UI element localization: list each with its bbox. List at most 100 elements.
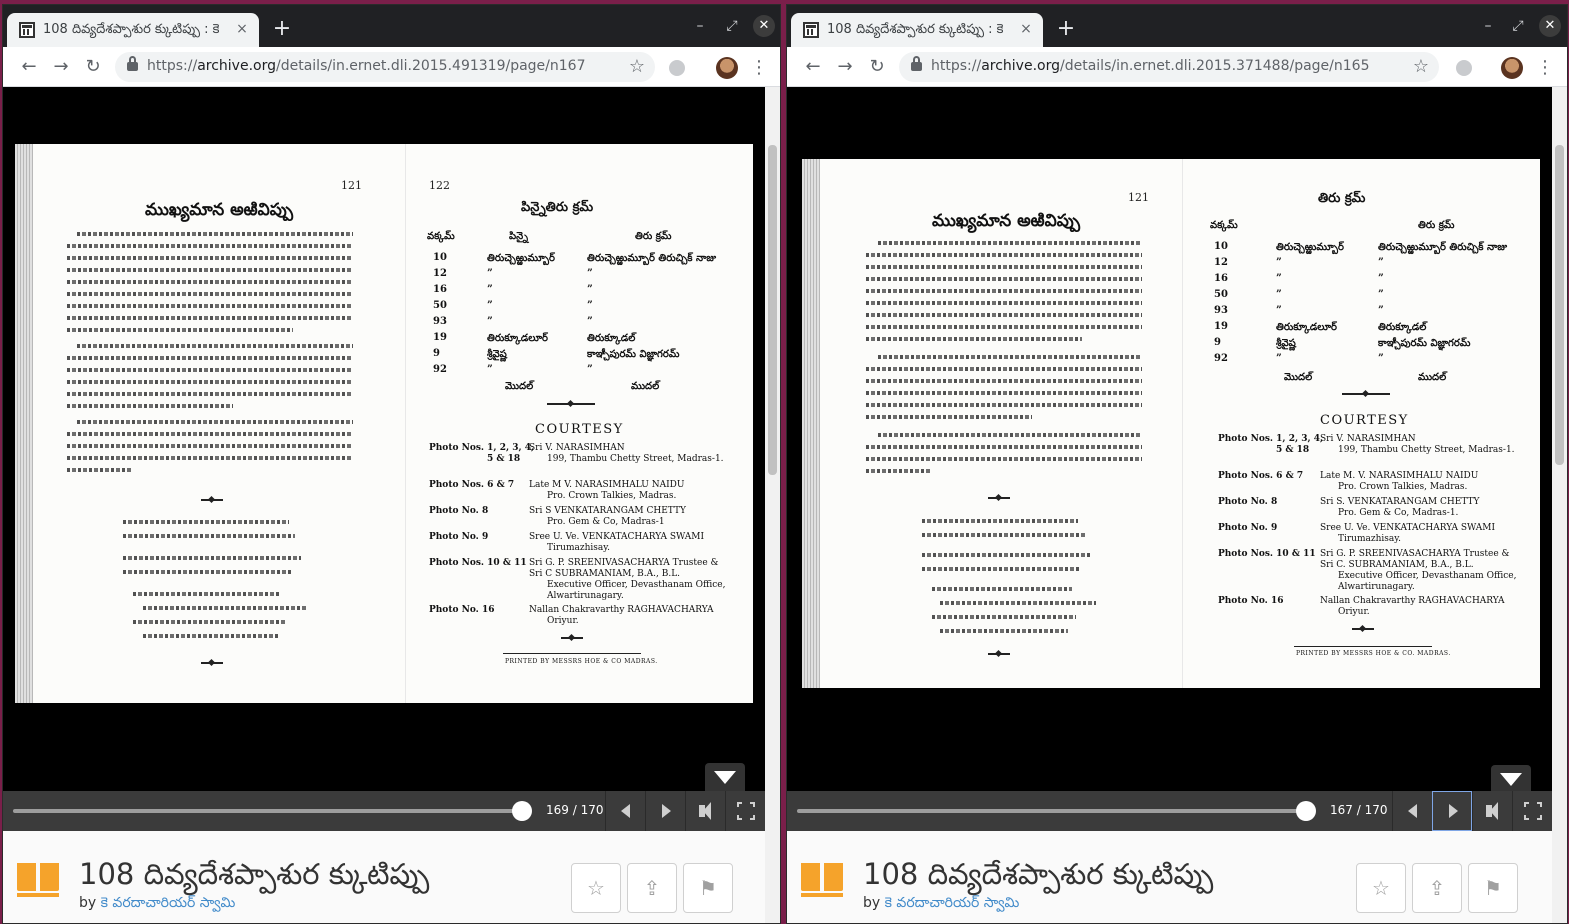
read-aloud-button[interactable] (685, 791, 725, 831)
share-button[interactable]: ⇪ (1412, 863, 1462, 913)
author-link[interactable]: కె వరదాచారియర్ స్వామి (101, 895, 236, 911)
table-cell: ” (587, 316, 593, 327)
tab-strip: 108 దివ్యదేశప్పాశుర క్కుటిప్పు : కె × + … (787, 5, 1567, 47)
table-cell: ” (587, 284, 593, 295)
chevron-right-icon (662, 804, 671, 818)
table-cell: 19 (433, 332, 447, 343)
forward-button[interactable]: → (833, 55, 857, 79)
page-scrollbar[interactable] (765, 87, 780, 923)
page-number: 122 (429, 179, 450, 192)
window-close-button[interactable]: ✕ (1539, 15, 1561, 37)
fullscreen-button[interactable] (725, 791, 765, 831)
page-slider[interactable] (13, 809, 527, 813)
table-footer: ముదల్ (631, 381, 660, 392)
credit-line: Alwartirunagary. (1338, 582, 1415, 592)
share-icon: ⇪ (1428, 876, 1446, 900)
profile-avatar[interactable] (1501, 57, 1523, 79)
maximize-button[interactable]: ⤢ (721, 15, 743, 37)
tab-close-icon[interactable]: × (233, 20, 251, 38)
credit-line: Sri S. VENKATARANGAM CHETTY (1320, 497, 1480, 507)
bookmark-star-icon[interactable]: ☆ (1413, 56, 1429, 77)
new-tab-button[interactable]: + (1053, 16, 1079, 42)
fullscreen-button[interactable] (1512, 791, 1552, 831)
scrollbar-thumb[interactable] (768, 145, 777, 475)
speaker-icon (699, 802, 711, 820)
read-aloud-button[interactable] (1472, 791, 1512, 831)
section-title: పిన్నైతిరు క్రమ్ (521, 200, 594, 215)
extension-icon[interactable] (669, 60, 685, 76)
profile-avatar[interactable] (716, 57, 738, 79)
credit-line: Pro. Gem & Co, Madras-1 (547, 517, 665, 527)
back-button[interactable]: ← (17, 55, 41, 79)
table-footer: ముదల్ (1418, 372, 1447, 383)
credit-label: Photo No. 8 (429, 506, 489, 516)
table-cell: 9 (1214, 337, 1221, 348)
table-cell: ” (1276, 305, 1282, 316)
credit-line: Nallan Chakravarthy RAGHAVACHARYA (1320, 596, 1505, 606)
table-cell: ” (1378, 273, 1384, 284)
credit-label: Photo No. 8 (1218, 497, 1278, 507)
page-count: 169 / 170 (546, 803, 604, 817)
address-bar[interactable]: https://archive.org/details/in.ernet.dli… (115, 52, 655, 82)
credit-label: Photo No. 16 (429, 605, 495, 615)
flag-button[interactable]: ⚑ (683, 863, 733, 913)
toggle-navbar-button[interactable] (1491, 765, 1531, 793)
bookmark-star-icon[interactable]: ☆ (629, 56, 645, 77)
page-slider-handle[interactable] (1295, 801, 1316, 821)
flag-button[interactable]: ⚑ (1468, 863, 1518, 913)
maximize-button[interactable]: ⤢ (1507, 15, 1529, 37)
browser-toolbar: ← → ↻ https://archive.org/details/in.ern… (3, 47, 780, 87)
credit-label: Photo No. 9 (429, 532, 489, 542)
back-button[interactable]: ← (801, 55, 825, 79)
window-close-button[interactable]: ✕ (753, 15, 775, 37)
credit-label: Photo Nos. 6 & 7 (429, 480, 515, 490)
page-slider[interactable] (797, 809, 1311, 813)
book-viewer[interactable]: 121 122 ముఖ్యమాన అఱివిప్పు పిన్నైతిరు క్… (3, 87, 765, 829)
lock-icon (127, 56, 138, 71)
minimize-button[interactable]: – (689, 15, 711, 37)
next-page-button[interactable] (645, 791, 685, 831)
browser-menu-icon[interactable]: ⋮ (1535, 57, 1555, 79)
browser-tab[interactable]: 108 దివ్యదేశప్పాశుర క్కుటిప్పు : కె × (791, 13, 1043, 47)
courtesy-heading: COURTESY (1320, 413, 1409, 428)
author-link[interactable]: కె వరదాచారియర్ స్వామి (885, 895, 1020, 911)
next-page-button[interactable] (1432, 791, 1472, 831)
table-cell: 9 (433, 348, 440, 359)
extension-icon[interactable] (1456, 60, 1472, 76)
browser-window-right: 108 దివ్యదేశప్పాశుర క్కుటిప్పు : కె × + … (786, 4, 1568, 924)
credit-line: 199, Thambu Chetty Street, Madras-1. (547, 454, 724, 464)
favorite-button[interactable]: ☆ (1356, 863, 1406, 913)
credit-line: Sri C SUBRAMANIAM, B.A., B.L. (529, 569, 681, 579)
fullscreen-icon (1524, 802, 1542, 820)
book-spread: 121 ముఖ్యమాన అఱివిప్పు తిరు క్రమ్ వక్కమ్… (802, 159, 1540, 688)
credit-line: Alwartirunagary. (547, 591, 624, 601)
table-cell: 12 (1214, 257, 1228, 268)
page-slider-handle[interactable] (511, 801, 532, 821)
archive-favicon-icon (803, 22, 819, 38)
reload-button[interactable]: ↻ (81, 55, 105, 79)
printer-imprint: PRINTED BY MESSRS HOE & CO. MADRAS. (1296, 650, 1451, 657)
browser-tab[interactable]: 108 దివ్యదేశప్పాశుర క్కుటిప్పు : కె × (7, 13, 259, 47)
browser-menu-icon[interactable]: ⋮ (749, 57, 769, 79)
tab-close-icon[interactable]: × (1017, 20, 1035, 38)
toggle-navbar-button[interactable] (705, 763, 745, 791)
table-cell: ” (1276, 273, 1282, 284)
table-cell: 16 (1214, 273, 1228, 284)
minimize-button[interactable]: – (1477, 15, 1499, 37)
page-scrollbar[interactable] (1552, 87, 1567, 923)
favorite-button[interactable]: ☆ (571, 863, 621, 913)
reload-button[interactable]: ↻ (865, 55, 889, 79)
credit-line: Tirumazhisay. (547, 543, 611, 553)
address-bar[interactable]: https://archive.org/details/in.ernet.dli… (899, 52, 1439, 82)
book-viewer[interactable]: 121 ముఖ్యమాన అఱివిప్పు తిరు క్రమ్ వక్కమ్… (787, 87, 1552, 829)
browser-toolbar: ← → ↻ https://archive.org/details/in.ern… (787, 47, 1567, 87)
share-button[interactable]: ⇪ (627, 863, 677, 913)
previous-page-button[interactable] (605, 791, 645, 831)
page-number: 121 (341, 179, 362, 192)
new-tab-button[interactable]: + (269, 16, 295, 42)
forward-button[interactable]: → (49, 55, 73, 79)
chevron-right-icon (1449, 804, 1458, 818)
previous-page-button[interactable] (1392, 791, 1432, 831)
scrollbar-thumb[interactable] (1555, 145, 1564, 465)
table-header: వక్కమ్ (427, 231, 455, 242)
